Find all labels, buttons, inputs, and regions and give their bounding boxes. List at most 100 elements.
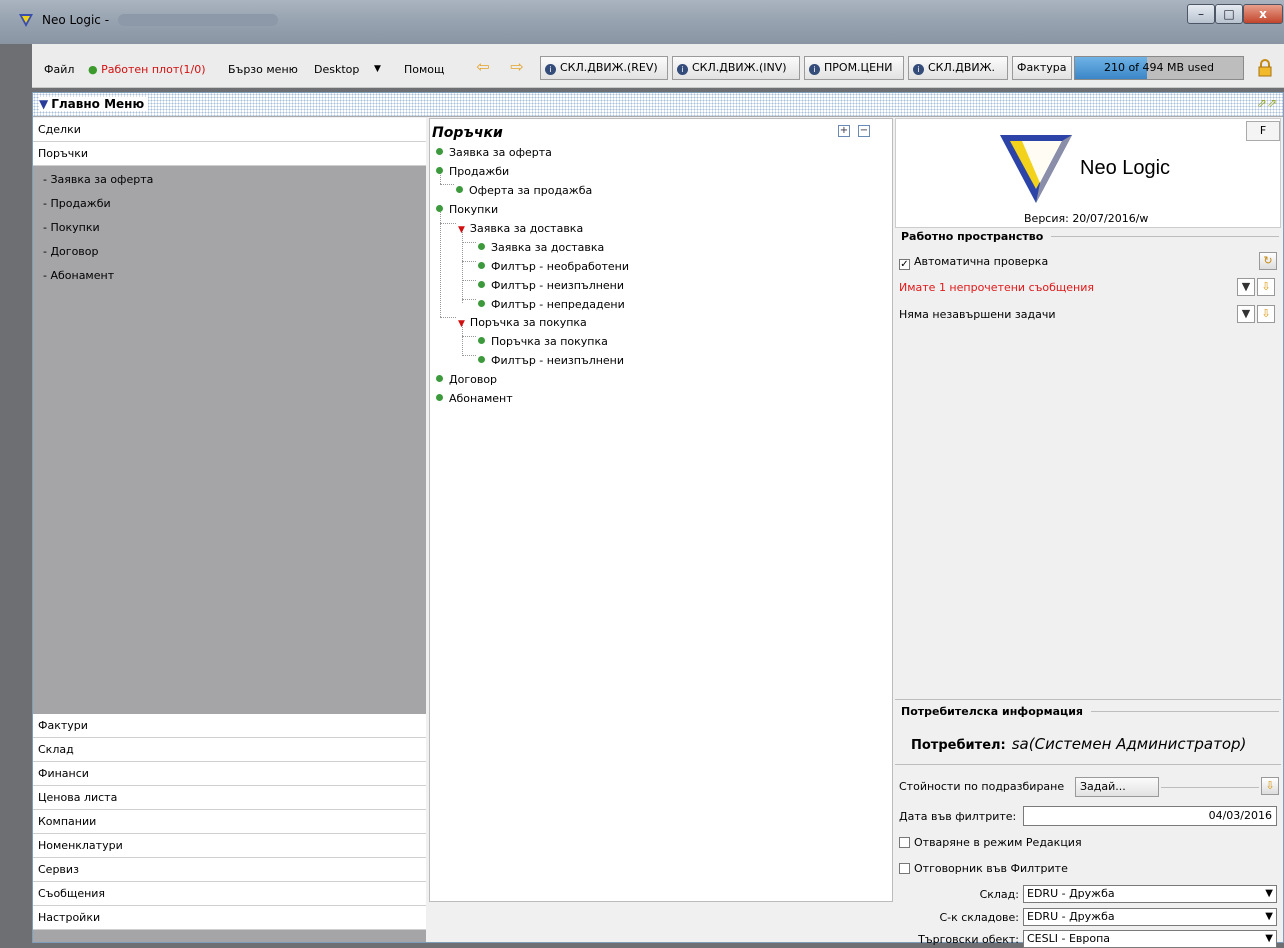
nav-category-nomenclatures[interactable]: Номенклатури bbox=[33, 834, 426, 858]
nav-sub-sales[interactable]: - Продажби bbox=[43, 197, 111, 210]
memory-usage-text: 210 of 494 MB used bbox=[1103, 61, 1215, 74]
tree-node[interactable]: Оферта за продажба bbox=[456, 184, 592, 197]
collapse-all-icon[interactable]: − bbox=[858, 125, 870, 137]
main-menu-title: ▼ Главно Меню bbox=[39, 97, 149, 111]
tree-node[interactable]: Продажби bbox=[436, 165, 509, 178]
minimize-button[interactable]: – bbox=[1187, 4, 1215, 24]
users-icon: ● bbox=[88, 63, 98, 76]
download-arrow-icon[interactable]: ⇩ bbox=[1257, 305, 1275, 323]
tree-node-label: Абонамент bbox=[449, 392, 513, 405]
object-select[interactable]: CESLI - Европа ▼ bbox=[1023, 930, 1277, 948]
user-info: Потребител: sa(Системен Администратор) bbox=[911, 735, 1246, 753]
pending-tasks-text[interactable]: Няма незавършени задачи bbox=[899, 308, 1055, 321]
tree-node-icon bbox=[478, 337, 485, 344]
auto-check-row[interactable]: ✓ Автоматична проверка bbox=[899, 255, 1048, 270]
nav-category-settings[interactable]: Настройки bbox=[33, 906, 426, 930]
nav-category-service[interactable]: Сервиз bbox=[33, 858, 426, 882]
edit-mode-row[interactable]: Отваряне в режим Редакция bbox=[899, 836, 1082, 849]
group-divider bbox=[895, 764, 1281, 765]
back-arrow-icon[interactable]: ⇦ bbox=[472, 57, 494, 79]
tab-skl-dviz-rev[interactable]: i СКЛ.ДВИЖ.(REV) bbox=[540, 56, 668, 80]
info-icon: i bbox=[545, 64, 556, 75]
forward-arrow-icon[interactable]: ⇨ bbox=[506, 57, 528, 79]
close-button[interactable]: x bbox=[1243, 4, 1283, 24]
tree-node-icon bbox=[456, 186, 463, 193]
tree-node[interactable]: Филтър - необработени bbox=[478, 260, 629, 273]
tree-folder[interactable]: ▼ Заявка за доставка bbox=[458, 222, 583, 235]
tree-node[interactable]: Абонамент bbox=[436, 392, 513, 405]
info-icon: i bbox=[809, 64, 820, 75]
menu-help[interactable]: Помощ bbox=[404, 63, 444, 76]
nav-sub-offer-request[interactable]: - Заявка за оферта bbox=[43, 173, 153, 186]
tree-node-icon bbox=[478, 243, 485, 250]
filter-icon[interactable]: ▼ bbox=[1237, 305, 1255, 323]
tab-invoice[interactable]: Фактура bbox=[1012, 56, 1072, 80]
tree-folder[interactable]: ▼ Поръчка за покупка bbox=[458, 316, 587, 329]
responsible-checkbox[interactable] bbox=[899, 863, 910, 874]
warehouse-value: EDRU - Дружба bbox=[1027, 887, 1115, 900]
tab-label: ПРОМ.ЦЕНИ bbox=[824, 61, 893, 74]
responsible-row[interactable]: Отговорник във Филтрите bbox=[899, 862, 1068, 875]
tab-prom-tseni[interactable]: i ПРОМ.ЦЕНИ bbox=[804, 56, 904, 80]
filter-icon[interactable]: ▼ bbox=[1237, 278, 1255, 296]
tree-node[interactable]: Заявка за оферта bbox=[436, 146, 552, 159]
user-info-title: Потребителска информация bbox=[899, 705, 1085, 718]
set-defaults-button[interactable]: Задай... bbox=[1075, 777, 1159, 797]
window-title-redacted bbox=[118, 14, 278, 26]
tree-node[interactable]: Заявка за доставка bbox=[478, 241, 604, 254]
warehouse-label: Склад: bbox=[979, 888, 1019, 901]
tree-node[interactable]: Договор bbox=[436, 373, 497, 386]
download-arrow-icon[interactable]: ⇩ bbox=[1261, 777, 1279, 795]
nav-category-warehouse[interactable]: Склад bbox=[33, 738, 426, 762]
menu-desktop[interactable]: Desktop bbox=[314, 63, 359, 76]
download-arrow-icon[interactable]: ⇩ bbox=[1257, 278, 1275, 296]
menu-bar: Файл ● Работен плот(1/0) Бързо меню Desk… bbox=[32, 44, 1284, 88]
auto-check-checkbox[interactable]: ✓ bbox=[899, 259, 910, 270]
tree-node-icon bbox=[478, 281, 485, 288]
auto-check-label: Автоматична проверка bbox=[914, 255, 1049, 268]
nav-category-deals[interactable]: Сделки bbox=[33, 118, 426, 142]
menu-quick[interactable]: Бързо меню bbox=[228, 63, 298, 76]
tree-node-label: Оферта за продажба bbox=[469, 184, 593, 197]
unread-messages-text[interactable]: Имате 1 непрочетени съобщения bbox=[899, 281, 1094, 294]
filter-date-input[interactable]: 04/03/2016 bbox=[1023, 806, 1277, 826]
tree-line bbox=[440, 184, 454, 185]
tree-node-icon bbox=[478, 300, 485, 307]
tab-skl-dviz-inv[interactable]: i СКЛ.ДВИЖ.(INV) bbox=[672, 56, 800, 80]
group-divider bbox=[895, 699, 1281, 700]
maximize-button[interactable]: □ bbox=[1215, 4, 1243, 24]
expand-all-icon[interactable]: + bbox=[838, 125, 850, 137]
menu-desktop-work[interactable]: ● Работен плот(1/0) bbox=[88, 63, 206, 76]
tree-node[interactable]: Покупки bbox=[436, 203, 498, 216]
warehouse-select[interactable]: EDRU - Дружба ▼ bbox=[1023, 885, 1277, 903]
responsible-label: Отговорник във Филтрите bbox=[914, 862, 1068, 875]
refresh-icon[interactable]: ↻ bbox=[1259, 252, 1277, 270]
nav-category-companies[interactable]: Компании bbox=[33, 810, 426, 834]
edit-mode-checkbox[interactable] bbox=[899, 837, 910, 848]
nav-sub-subscription[interactable]: - Абонамент bbox=[43, 269, 114, 282]
nav-category-messages[interactable]: Съобщения bbox=[33, 882, 426, 906]
tree-node[interactable]: Филтър - неизпълнени bbox=[478, 279, 624, 292]
desktop-dropdown-icon[interactable]: ▼ bbox=[374, 64, 381, 74]
warehouses-select[interactable]: EDRU - Дружба ▼ bbox=[1023, 908, 1277, 926]
nav-category-finance[interactable]: Финанси bbox=[33, 762, 426, 786]
tree-node[interactable]: Филтър - неизпълнени bbox=[478, 354, 624, 367]
window-titlebar: Neo Logic - – □ x bbox=[0, 0, 1284, 44]
tree-node[interactable]: Поръчка за покупка bbox=[478, 335, 608, 348]
window-restore-icons[interactable]: ⇗⇗ bbox=[1257, 96, 1277, 110]
tree-node[interactable]: Филтър - непредадени bbox=[478, 298, 625, 311]
tree-node-icon bbox=[436, 205, 443, 212]
nav-category-orders[interactable]: Поръчки bbox=[33, 142, 426, 166]
nav-category-price-list[interactable]: Ценова листа bbox=[33, 786, 426, 810]
tree-node-label: Покупки bbox=[449, 203, 499, 216]
menu-file[interactable]: Файл bbox=[44, 63, 74, 76]
nav-sub-purchases[interactable]: - Покупки bbox=[43, 221, 100, 234]
f-button[interactable]: F bbox=[1246, 121, 1280, 141]
lock-icon[interactable] bbox=[1257, 59, 1273, 77]
memory-usage-bar[interactable]: 210 of 494 MB used bbox=[1074, 56, 1244, 80]
tab-skl-dviz[interactable]: i СКЛ.ДВИЖ. bbox=[908, 56, 1008, 80]
nav-category-invoices[interactable]: Фактури bbox=[33, 714, 426, 738]
edit-mode-label: Отваряне в режим Редакция bbox=[914, 836, 1082, 849]
group-divider bbox=[1091, 711, 1279, 712]
nav-sub-contract[interactable]: - Договор bbox=[43, 245, 99, 258]
